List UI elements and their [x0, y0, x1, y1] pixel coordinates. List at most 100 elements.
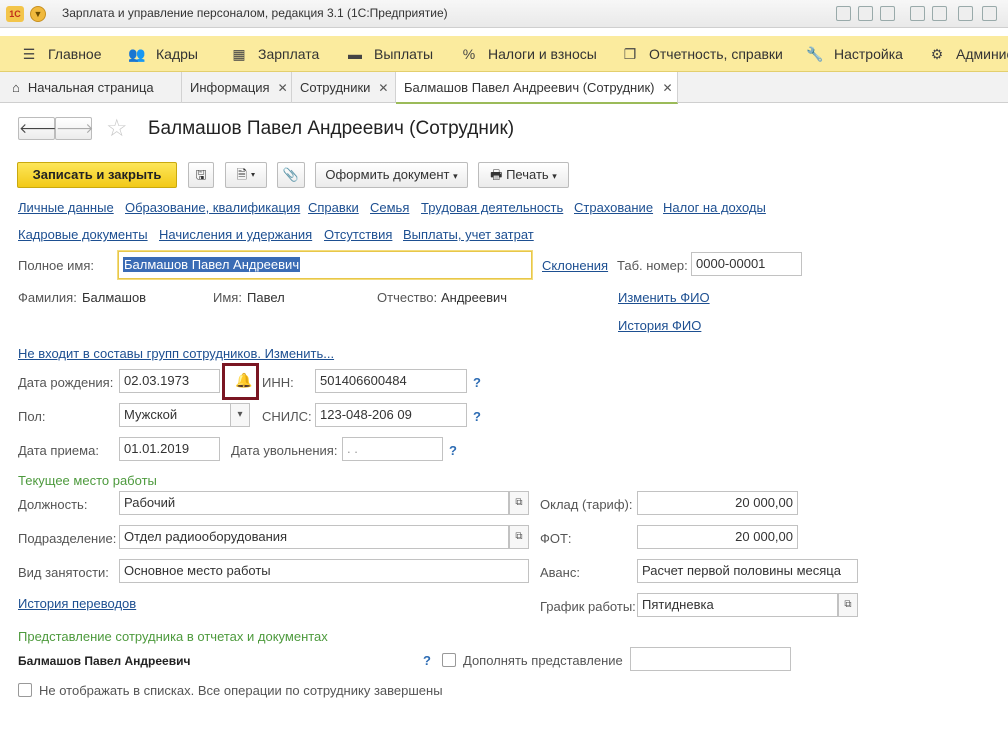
supplement-input[interactable] [630, 647, 791, 671]
tab-number-input[interactable]: 0000-00001 [691, 252, 802, 276]
bell-icon[interactable]: 🔔 [235, 372, 252, 389]
app-logo: 1С [6, 6, 24, 22]
link-absences[interactable]: Отсутствия [324, 227, 392, 242]
position-input[interactable]: Рабочий [119, 491, 509, 515]
menu-item-admin[interactable]: ⚙ Админис [928, 36, 1008, 72]
link-certificates[interactable]: Справки [308, 200, 359, 215]
menu-item-settings[interactable]: 🔧 Настройка [806, 36, 903, 72]
fio-history-link[interactable]: История ФИО [618, 318, 701, 333]
name-value: Павел [247, 290, 285, 305]
representation-section-title: Представление сотрудника в отчетах и док… [18, 629, 328, 644]
link-work-history[interactable]: Трудовая деятельность [421, 200, 563, 215]
wrench-icon: 🔧 [806, 46, 824, 62]
employment-type-input[interactable]: Основное место работы [119, 559, 529, 583]
close-icon[interactable]: ✕ [378, 73, 388, 104]
groups-link[interactable]: Не входит в составы групп сотрудников. И… [18, 346, 334, 361]
snils-input[interactable]: 123-048-206 09 [315, 403, 467, 427]
calculator-small-icon[interactable] [982, 6, 997, 21]
menu-item-main[interactable]: ☰ Главное [20, 36, 102, 72]
print-button[interactable]: 🖶 Печать ▾ [478, 162, 569, 188]
tab-information[interactable]: Информация ✕ [182, 72, 292, 103]
link-education[interactable]: Образование, квалификация [125, 200, 300, 215]
menu-item-payments[interactable]: ▬ Выплаты [346, 36, 433, 72]
link-hr-documents[interactable]: Кадровые документы [18, 227, 148, 242]
menu-item-reports[interactable]: ❐ Отчетность, справки [621, 36, 783, 72]
position-open-button[interactable]: ⧉ [509, 491, 529, 515]
snils-help-icon[interactable]: ? [473, 409, 481, 424]
print-window-icon[interactable] [858, 6, 873, 21]
gender-dropdown-button[interactable]: ▾ [230, 403, 250, 427]
menu-item-taxes[interactable]: % Налоги и взносы [460, 36, 597, 72]
title-bar: 1С ▼ Зарплата и управление персоналом, р… [0, 0, 1008, 28]
create-document-button[interactable]: Оформить документ ▾ [315, 162, 468, 188]
tab-employee-card[interactable]: Балмашов Павел Андреевич (Сотрудник) ✕ [396, 72, 678, 104]
department-open-button[interactable]: ⧉ [509, 525, 529, 549]
window-title: Зарплата и управление персоналом, редакц… [62, 6, 448, 20]
change-fio-link[interactable]: Изменить ФИО [618, 290, 710, 305]
fot-input[interactable]: 20 000,00 [637, 525, 798, 549]
chevron-down-icon: ▾ [453, 171, 458, 181]
salary-input[interactable]: 20 000,00 [637, 491, 798, 515]
tab-home[interactable]: ⌂ Начальная страница [0, 72, 182, 103]
representation-help-icon[interactable]: ? [423, 653, 431, 668]
tab-number-label: Таб. номер: [617, 258, 688, 273]
current-job-section-title: Текущее место работы [18, 473, 157, 488]
save-and-close-button[interactable]: Записать и закрыть [17, 162, 177, 188]
fot-label: ФОТ: [540, 531, 572, 546]
hide-in-lists-checkbox[interactable] [18, 683, 32, 697]
name-label: Имя: [213, 290, 242, 305]
upload-icon[interactable] [910, 6, 925, 21]
schedule-input[interactable]: Пятидневка [637, 593, 838, 617]
back-button[interactable]: 🡐 [18, 117, 57, 140]
create-based-on-button[interactable]: 🗎 ▾ [225, 162, 267, 188]
forward-button[interactable]: 🡒 [55, 117, 94, 140]
gender-select[interactable]: Мужской [119, 403, 231, 427]
save-button[interactable]: 🖫 [188, 162, 214, 188]
favorite-star-icon[interactable]: ☆ [106, 114, 128, 143]
home-icon: ⌂ [12, 80, 20, 95]
link-payments-costs[interactable]: Выплаты, учет затрат [403, 227, 534, 242]
floppy-icon: 🖫 [195, 167, 207, 182]
schedule-open-button[interactable]: ⧉ [838, 593, 858, 617]
save-window-icon[interactable] [836, 6, 851, 21]
supplement-checkbox[interactable] [442, 653, 456, 667]
link-income-tax[interactable]: Налог на доходы [663, 200, 766, 215]
chevron-down-icon: ▾ [237, 409, 243, 420]
dismissal-date-input[interactable]: . . [342, 437, 443, 461]
full-name-input[interactable]: Балмашов Павел Андреевич [118, 251, 532, 279]
schedule-label: График работы: [540, 599, 636, 614]
inn-help-icon[interactable]: ? [473, 375, 481, 390]
position-label: Должность: [18, 497, 88, 512]
hire-date-input[interactable]: 01.01.2019 [119, 437, 220, 461]
close-icon[interactable]: ✕ [663, 73, 673, 104]
hamburger-icon: ☰ [22, 46, 36, 62]
calendar-icon[interactable] [958, 6, 973, 21]
document-gear-icon: 🗎 ▾ [236, 167, 256, 182]
snils-label: СНИЛС: [262, 409, 312, 424]
surname-value: Балмашов [82, 290, 147, 305]
main-menu-dropdown-icon[interactable]: ▼ [30, 6, 46, 22]
link-family[interactable]: Семья [370, 200, 409, 215]
printer-icon: 🖶 [490, 167, 503, 182]
advance-input[interactable]: Расчет первой половины месяца [637, 559, 858, 583]
declension-link[interactable]: Склонения [542, 258, 608, 273]
preview-window-icon[interactable] [880, 6, 895, 21]
arrow-left-icon: 🡐 [19, 120, 57, 136]
percent-icon: % [462, 46, 476, 62]
tab-employees[interactable]: Сотрудники ✕ [292, 72, 396, 103]
link-accruals[interactable]: Начисления и удержания [159, 227, 312, 242]
tab-bar: ⌂ Начальная страница Информация ✕ Сотрудни… [0, 72, 1008, 104]
menu-item-salary[interactable]: ▦ Зарплата [230, 36, 319, 72]
attach-button[interactable]: 📎 [277, 162, 305, 188]
birth-date-input[interactable]: 02.03.1973 [119, 369, 220, 393]
transfer-history-link[interactable]: История переводов [18, 596, 136, 611]
menu-item-personnel[interactable]: 👥 Кадры [128, 36, 198, 72]
list-icon[interactable] [932, 6, 947, 21]
dismissal-help-icon[interactable]: ? [449, 443, 457, 458]
link-insurance[interactable]: Страхование [574, 200, 653, 215]
inn-input[interactable]: 501406600484 [315, 369, 467, 393]
representation-value: Балмашов Павел Андреевич [18, 654, 191, 668]
link-personal-data[interactable]: Личные данные [18, 200, 114, 215]
close-icon[interactable]: ✕ [278, 73, 288, 104]
department-input[interactable]: Отдел радиооборудования [119, 525, 509, 549]
